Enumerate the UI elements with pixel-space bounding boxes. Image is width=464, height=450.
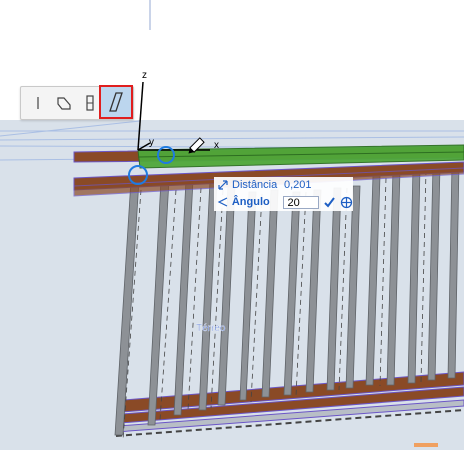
floor-tag: Térreo	[196, 323, 226, 334]
tracker-row-distance: Distância 0,201	[214, 177, 353, 193]
angle-label: Ângulo	[231, 196, 270, 208]
distance-icon	[214, 179, 232, 191]
slanted-profile-icon	[109, 92, 123, 112]
axis-label-y: y	[149, 137, 154, 148]
wall-profile-icon	[57, 96, 71, 110]
distance-label: Distância	[232, 179, 278, 191]
vertical-line-icon	[37, 96, 39, 109]
distance-value[interactable]: 0,201	[284, 179, 312, 191]
tracker-panel: Distância 0,201 Ângulo 20	[214, 177, 353, 211]
pet-btn-vertical-line[interactable]	[25, 89, 51, 116]
angle-icon	[214, 196, 232, 208]
corner-orange-marker	[414, 443, 438, 447]
pet-palette	[20, 85, 134, 120]
pet-btn-wall-profile[interactable]	[51, 89, 77, 116]
column-profile-icon	[86, 94, 94, 111]
axis-label-z: z	[142, 70, 147, 81]
axis-label-x: x	[214, 140, 219, 151]
confirm-check-icon[interactable]	[322, 195, 336, 209]
crosshair-target-icon[interactable]	[339, 195, 353, 209]
angle-input[interactable]: 20	[283, 195, 320, 209]
pet-btn-slanted-profile[interactable]	[99, 85, 133, 119]
3d-viewport[interactable]: z y x Térreo	[0, 0, 464, 450]
tracker-row-angle: Ângulo 20	[214, 194, 353, 210]
